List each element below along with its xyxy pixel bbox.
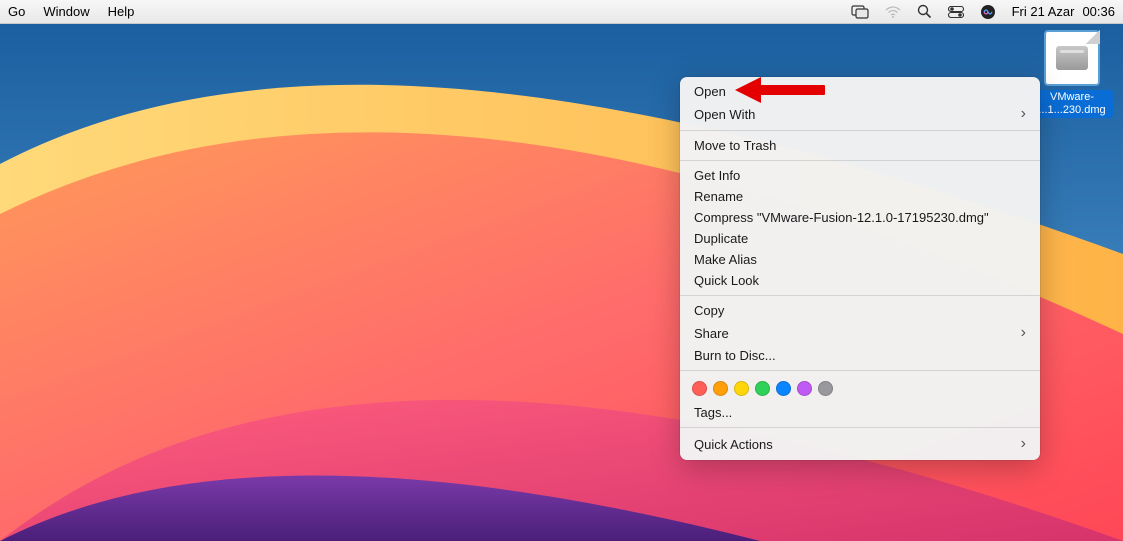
cm-quick-look[interactable]: Quick Look [680, 270, 1040, 291]
cm-duplicate[interactable]: Duplicate [680, 228, 1040, 249]
cm-tags[interactable]: Tags... [680, 402, 1040, 423]
cm-quick-actions[interactable]: Quick Actions [680, 432, 1040, 456]
cm-burn[interactable]: Burn to Disc... [680, 345, 1040, 366]
menubar-clock[interactable]: Fri 21 Azar 00:36 [1012, 4, 1115, 19]
screen-mirror-icon[interactable] [851, 5, 869, 19]
cm-share[interactable]: Share [680, 321, 1040, 345]
menubar-left: Go Window Help [8, 4, 134, 19]
cm-separator [680, 130, 1040, 131]
wifi-icon[interactable] [885, 6, 901, 18]
chevron-right-icon [1021, 105, 1026, 123]
cm-compress[interactable]: Compress "VMware-Fusion-12.1.0-17195230.… [680, 207, 1040, 228]
tag-yellow[interactable] [734, 381, 749, 396]
cm-separator [680, 160, 1040, 161]
tag-blue[interactable] [776, 381, 791, 396]
cm-open-with-label: Open With [694, 107, 755, 122]
chevron-right-icon [1021, 435, 1026, 453]
menubar: Go Window Help Fri 21 Azar 00:36 [0, 0, 1123, 24]
desktop[interactable]: VMware- ...1...230.dmg Open Open With Mo… [0, 24, 1123, 541]
menubar-time-text: 00:36 [1082, 4, 1115, 19]
siri-icon[interactable] [980, 4, 996, 20]
dmg-file-icon [1044, 30, 1100, 86]
cm-open-with[interactable]: Open With [680, 102, 1040, 126]
cm-open[interactable]: Open [680, 81, 1040, 102]
tag-green[interactable] [755, 381, 770, 396]
control-center-icon[interactable] [948, 6, 964, 18]
cm-rename[interactable]: Rename [680, 186, 1040, 207]
tag-gray[interactable] [818, 381, 833, 396]
cm-get-info[interactable]: Get Info [680, 165, 1040, 186]
cm-tag-row [680, 375, 1040, 402]
cm-share-label: Share [694, 326, 729, 341]
menu-window[interactable]: Window [43, 4, 89, 19]
menubar-date-text: Fri 21 Azar [1012, 4, 1075, 19]
cm-separator [680, 295, 1040, 296]
file-label: VMware- ...1...230.dmg [1031, 90, 1113, 118]
cm-copy[interactable]: Copy [680, 300, 1040, 321]
file-label-line1: VMware- [1050, 91, 1094, 103]
context-menu: Open Open With Move to Trash Get Info Re… [680, 77, 1040, 460]
cm-separator [680, 427, 1040, 428]
tag-purple[interactable] [797, 381, 812, 396]
cm-separator [680, 370, 1040, 371]
tag-orange[interactable] [713, 381, 728, 396]
cm-move-to-trash[interactable]: Move to Trash [680, 135, 1040, 156]
cm-make-alias[interactable]: Make Alias [680, 249, 1040, 270]
file-label-line2: ...1...230.dmg [1038, 104, 1105, 116]
menu-help[interactable]: Help [108, 4, 135, 19]
chevron-right-icon [1021, 324, 1026, 342]
desktop-file-dmg[interactable]: VMware- ...1...230.dmg [1031, 30, 1113, 118]
cm-quick-actions-label: Quick Actions [694, 437, 773, 452]
menu-go[interactable]: Go [8, 4, 25, 19]
menubar-right: Fri 21 Azar 00:36 [851, 4, 1115, 20]
tag-red[interactable] [692, 381, 707, 396]
search-icon[interactable] [917, 4, 932, 19]
